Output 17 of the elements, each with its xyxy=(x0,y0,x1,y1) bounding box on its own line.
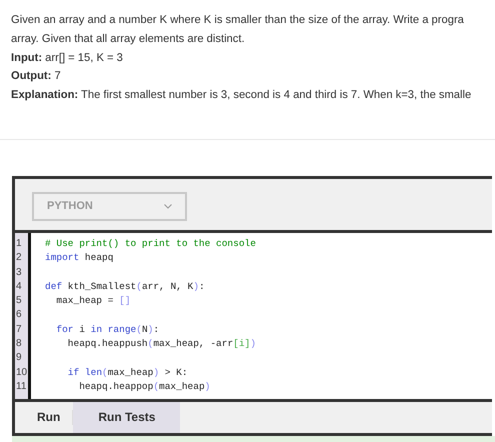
line-number-gutter: 1 2 3 4 5 6 7 8 9 10 11 xyxy=(15,232,31,399)
code-line: def kth_Smallest(arr, N, K): xyxy=(45,280,205,294)
problem-text: Output: 7 xyxy=(11,69,62,84)
code-line: # Use print() to print to the console xyxy=(45,236,256,251)
code-line: import heapq xyxy=(45,251,114,266)
chevron-down-icon xyxy=(164,204,172,209)
code-line: for i in range(N): xyxy=(55,322,160,337)
problem-text: Input: arr[] = 15, K = 3 xyxy=(11,50,124,66)
code-line: heapq.heappop(max_heap) xyxy=(78,380,210,394)
code-line: if len(max_heap) > K: xyxy=(66,366,188,380)
problem-text: Given an array and a number K where K is smaller than the size of the array. Write a progra xyxy=(11,13,465,28)
run-button[interactable]: Run xyxy=(25,402,72,433)
code-line: max_heap = [] xyxy=(55,294,131,308)
code-line: heapq.heappush(max_heap, -arr[i]) xyxy=(66,337,256,352)
run-button[interactable]: Run Tests xyxy=(73,402,180,433)
problem-text: array. Given that all array elements are distinct. xyxy=(11,32,246,47)
problem-text: Explanation: The first smallest number is 3, second is 4 and third is 7. When k=3, the smalle xyxy=(11,88,472,104)
